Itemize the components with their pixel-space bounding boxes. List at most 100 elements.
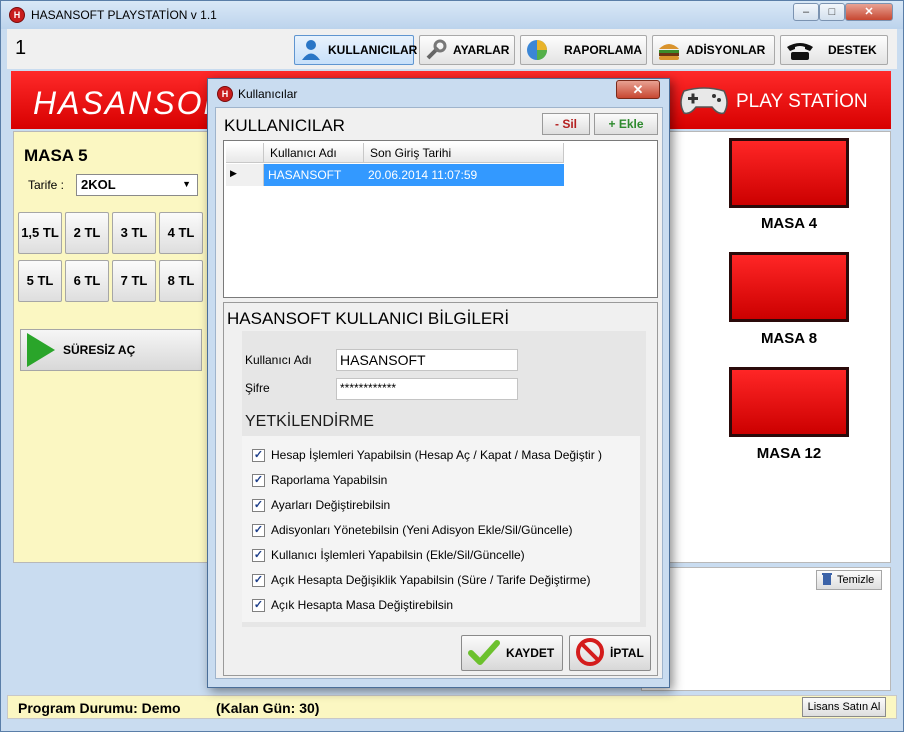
price-button[interactable]: 4 TL: [159, 212, 203, 254]
price-button[interactable]: 3 TL: [112, 212, 156, 254]
table-tile-masa-12[interactable]: [729, 367, 849, 437]
bills-button-label: ADİSYONLAR: [686, 43, 766, 57]
user-icon: [299, 39, 323, 61]
add-user-button[interactable]: + Ekle: [594, 113, 658, 135]
row-selector-icon: ▶: [226, 164, 264, 186]
permission-label: Ayarları Değiştirebilsin: [271, 498, 391, 512]
users-heading: KULLANICILAR: [224, 116, 345, 135]
minimize-button[interactable]: –: [793, 3, 819, 21]
window-title: HASANSOFT PLAYSTATİON v 1.1: [31, 8, 217, 22]
checkbox-checked-icon[interactable]: ✓: [252, 448, 265, 462]
price-button[interactable]: 6 TL: [65, 260, 109, 302]
app-logo-icon: H: [9, 7, 25, 23]
checkbox-checked-icon[interactable]: ✓: [252, 548, 265, 562]
permission-item[interactable]: ✓ Açık Hesapta Değişiklik Yapabilsin (Sür…: [252, 573, 590, 587]
permission-item[interactable]: ✓ Raporlama Yapabilsin: [252, 473, 387, 487]
table-label: MASA 8: [760, 330, 818, 347]
permissions-heading: YETKİLENDİRME: [245, 413, 374, 430]
permission-label: Açık Hesapta Değişiklik Yapabilsin (Süre…: [271, 573, 591, 587]
gamepad-icon: [678, 85, 730, 115]
clear-button-label: Temizle: [837, 574, 875, 586]
permission-item[interactable]: ✓ Kullanıcı İşlemleri Yapabilsin (Ekle/Si…: [252, 548, 525, 562]
no-entry-icon: [576, 637, 604, 669]
counter-value: 1: [15, 37, 27, 59]
table-tile-masa-8[interactable]: [729, 252, 849, 322]
price-button[interactable]: 5 TL: [18, 260, 62, 302]
save-button[interactable]: KAYDET: [461, 635, 563, 671]
settings-button-label: AYARLAR: [453, 43, 510, 57]
delete-user-button[interactable]: - Sil: [542, 113, 590, 135]
price-button[interactable]: 7 TL: [112, 260, 156, 302]
program-status: Program Durumu: Demo: [18, 700, 181, 716]
permission-label: Açık Hesapta Masa Değiştirebilsin: [271, 598, 454, 612]
row-header-column: [226, 143, 264, 163]
price-button[interactable]: 8 TL: [159, 260, 203, 302]
clear-button[interactable]: Temizle: [816, 570, 882, 590]
checkbox-checked-icon[interactable]: ✓: [252, 598, 265, 612]
dialog-close-button[interactable]: ✕: [616, 80, 660, 99]
status-bar: Program Durumu: Demo (Kalan Gün: 30) Lis…: [7, 695, 897, 719]
password-field[interactable]: ************: [336, 378, 518, 400]
user-name-cell: HASANSOFT: [268, 168, 342, 182]
selected-table-title: MASA 5: [24, 146, 88, 165]
checkmark-icon: [468, 639, 500, 668]
bills-button[interactable]: ADİSYONLAR: [652, 35, 775, 65]
cancel-button[interactable]: İPTAL: [569, 635, 651, 671]
tariff-select[interactable]: 2KOL ▼: [76, 174, 198, 196]
permission-item[interactable]: ✓ Ayarları Değiştirebilsin: [252, 498, 390, 512]
tables-grid: MASA 4 MASA 8 MASA 12: [612, 131, 891, 563]
burger-icon: [657, 39, 681, 61]
wrench-icon: [424, 39, 448, 61]
price-button[interactable]: 1,5 TL: [18, 212, 62, 254]
chevron-down-icon: ▼: [182, 179, 191, 189]
users-grid: Kullanıcı Adı Son Giriş Tarihi ▶ HASANSO…: [223, 140, 658, 298]
pie-chart-icon: [525, 39, 549, 61]
permission-item[interactable]: ✓ Hesap İşlemleri Yapabilsin (Hesap Aç / …: [252, 448, 602, 462]
trash-icon: [820, 572, 834, 589]
username-field[interactable]: HASANSOFT: [336, 349, 518, 371]
banner-logo-text: HASANSOF: [33, 85, 226, 121]
column-header[interactable]: Kullanıcı Adı: [264, 143, 364, 163]
checkbox-checked-icon[interactable]: ✓: [252, 573, 265, 587]
users-dialog: H Kullanıcılar ✕ KULLANICILAR - Sil + Ek…: [207, 78, 670, 688]
telephone-icon: [785, 39, 815, 61]
table-label: MASA 4: [760, 215, 818, 232]
checkbox-checked-icon[interactable]: ✓: [252, 473, 265, 487]
checkbox-checked-icon[interactable]: ✓: [252, 498, 265, 512]
table-control-panel: MASA 5 Tarife : 2KOL ▼ 1,5 TL 2 TL 3 TL …: [13, 131, 223, 563]
table-tile-masa-4[interactable]: [729, 138, 849, 208]
save-button-label: KAYDET: [506, 646, 555, 660]
support-button[interactable]: DESTEK: [780, 35, 888, 65]
table-label: MASA 12: [756, 445, 822, 462]
remaining-days: (Kalan Gün: 30): [216, 700, 320, 716]
permission-item[interactable]: ✓ Açık Hesapta Masa Değiştirebilsin: [252, 598, 453, 612]
unlimited-open-button[interactable]: SÜRESİZ AÇ: [20, 329, 202, 371]
dialog-body: KULLANICILAR - Sil + Ekle Kullanıcı Adı …: [215, 107, 663, 679]
reports-button-label: RAPORLAMA: [564, 43, 642, 57]
settings-button[interactable]: AYARLAR: [419, 35, 515, 65]
toolbar: 1 KULLANICILAR AYARLAR RAPORLAMA ADİSYON…: [7, 29, 897, 69]
users-button[interactable]: KULLANICILAR: [294, 35, 417, 65]
buy-license-button[interactable]: Lisans Satın Al: [802, 697, 886, 717]
support-button-label: DESTEK: [828, 43, 877, 57]
tariff-label: Tarife :: [28, 178, 65, 192]
unlimited-open-label: SÜRESİZ AÇ: [63, 343, 136, 357]
permission-label: Hesap İşlemleri Yapabilsin (Hesap Aç / K…: [271, 448, 603, 462]
column-header[interactable]: Son Giriş Tarihi: [364, 143, 564, 163]
app-logo-icon: H: [217, 86, 233, 102]
permission-item[interactable]: ✓ Adisyonları Yönetebilsin (Yeni Adisyon …: [252, 523, 573, 537]
banner-title: PLAY STATİON: [736, 91, 868, 112]
close-button[interactable]: ✕: [845, 3, 893, 21]
permission-label: Kullanıcı İşlemleri Yapabilsin (Ekle/Sil…: [271, 548, 525, 562]
checkbox-checked-icon[interactable]: ✓: [252, 523, 265, 537]
table-row[interactable]: HASANSOFT 20.06.2014 11:07:59: [264, 164, 564, 186]
permissions-list: ✓ Hesap İşlemleri Yapabilsin (Hesap Aç / …: [242, 436, 640, 622]
price-button[interactable]: 2 TL: [65, 212, 109, 254]
username-label: Kullanıcı Adı: [245, 353, 312, 367]
reports-button[interactable]: RAPORLAMA: [520, 35, 647, 65]
maximize-button[interactable]: □: [819, 3, 845, 21]
last-login-cell: 20.06.2014 11:07:59: [368, 168, 478, 182]
permission-label: Raporlama Yapabilsin: [271, 473, 388, 487]
tariff-select-value: 2KOL: [81, 177, 116, 192]
password-label: Şifre: [245, 381, 270, 395]
